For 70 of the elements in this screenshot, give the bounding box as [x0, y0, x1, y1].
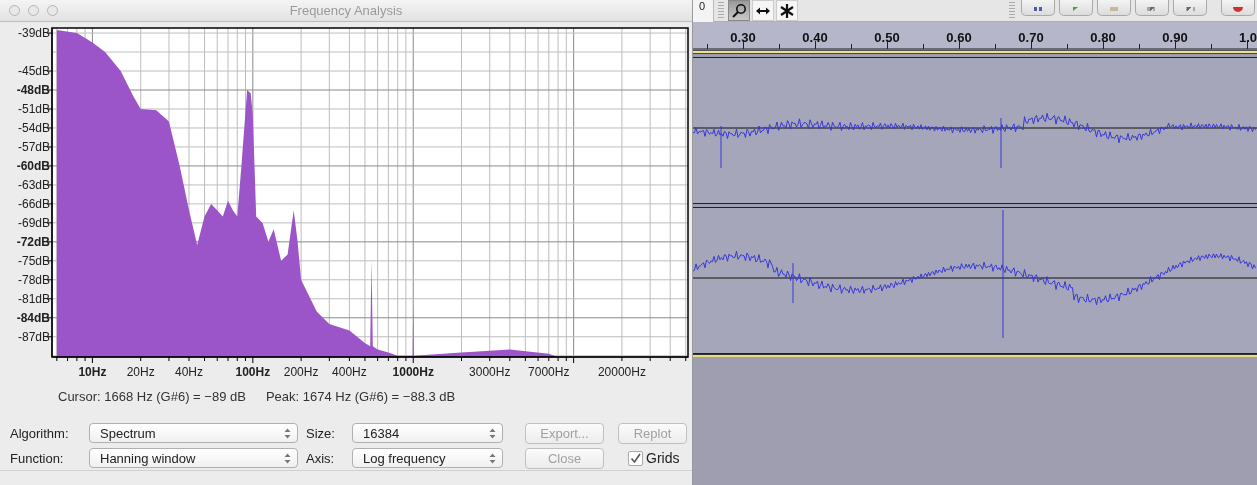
peak-readout: Peak: 1674 Hz (G#6) = −88.3 dB — [265, 389, 456, 406]
record-button[interactable] — [1221, 0, 1255, 16]
magnifier-icon — [731, 2, 747, 19]
time-label: 0.30 — [730, 30, 756, 45]
y-tick-label: -66dB — [17, 196, 50, 211]
updown-arrows-icon — [284, 452, 291, 464]
time-label: 0.90 — [1162, 30, 1188, 45]
end-icon — [1183, 6, 1197, 13]
updown-arrows-icon — [284, 427, 291, 439]
time-label: 0.60 — [946, 30, 972, 45]
x-tick-label: 200Hz — [283, 365, 319, 379]
field-label: Algorithm: — [10, 425, 70, 441]
x-tick-label: 20Hz — [126, 365, 155, 379]
x-tick-label: 40Hz — [175, 365, 203, 379]
y-tick-label: -45dB — [17, 64, 50, 78]
y-tick-label: -72dB — [16, 234, 50, 249]
y-tick-label: -84dB — [16, 310, 50, 325]
y-tick-label: -39dB — [17, 26, 50, 41]
timeline-ruler[interactable]: 0.30 0.40 0.50 0.60 0.70 0.80 0.90 1.0 — [693, 22, 1257, 51]
field-label: Function: — [10, 450, 65, 466]
time-label: 0.50 — [874, 30, 900, 45]
x-tick-label: 7000Hz — [528, 365, 570, 379]
pause-icon — [1031, 6, 1045, 13]
y-tick-label: -78dB — [17, 272, 50, 287]
dropdown-select[interactable]: 16384 — [352, 423, 503, 443]
y-tick-label: -60dB — [16, 158, 50, 173]
x-tick-label: 3000Hz — [469, 365, 511, 379]
updown-arrows-icon — [489, 452, 496, 464]
y-tick-label: -69dB — [17, 215, 50, 230]
asterisk-icon — [779, 2, 795, 19]
y-tick-label: -57dB — [17, 139, 50, 154]
updown-arrows-icon — [489, 427, 496, 439]
cursor-readout: Cursor: 1668 Hz (G#6) = −89 dB — [58, 389, 246, 406]
window-title: Frequency Analysis — [289, 3, 403, 18]
x-tick-label: 10Hz — [78, 365, 107, 379]
grids-checkbox[interactable]: Grids — [618, 450, 687, 466]
y-tick-label: -63dB — [17, 177, 50, 192]
time-shift-tool-button[interactable] — [752, 0, 774, 21]
pause-button[interactable] — [1021, 0, 1055, 16]
zoom-tool-button[interactable] — [728, 0, 750, 21]
y-tick-label: -51dB — [17, 102, 50, 116]
time-label: 0.40 — [802, 30, 828, 45]
time-label: 1.0 — [1238, 30, 1257, 45]
multi-tool-button[interactable] — [776, 0, 798, 21]
y-tick-label: -48dB — [16, 83, 50, 97]
end-button[interactable] — [1173, 0, 1207, 16]
dropdown-select[interactable]: Log frequency — [352, 448, 503, 468]
stop-icon — [1107, 6, 1121, 13]
start-button[interactable] — [1135, 0, 1169, 16]
x-tick-label: 20000Hz — [597, 365, 646, 379]
y-tick-label: -87dB — [17, 329, 50, 344]
x-tick-label: 1000Hz — [392, 365, 434, 379]
time-label: 0.80 — [1090, 30, 1116, 45]
checkmark-icon — [630, 452, 641, 464]
y-tick-label: -81dB — [17, 291, 50, 306]
dropdown-select[interactable]: Spectrum — [89, 423, 298, 443]
record-icon — [1231, 6, 1245, 13]
time-label: 0.70 — [1018, 30, 1044, 45]
y-tick-label: -75dB — [17, 253, 50, 268]
x-tick-label: 100Hz — [235, 365, 271, 379]
window-control-icon[interactable] — [47, 5, 58, 16]
window-control-icon[interactable] — [9, 5, 20, 16]
meter-value: 0 — [693, 0, 714, 22]
y-tick-label: -54dB — [17, 120, 50, 135]
field-label: Axis: — [305, 450, 336, 466]
window-control-icon[interactable] — [28, 5, 39, 16]
stop-button[interactable] — [1097, 0, 1131, 16]
dropdown-select[interactable]: Hanning window — [89, 448, 298, 468]
x-tick-label: 400Hz — [332, 365, 367, 379]
field-label: Size: — [305, 425, 336, 441]
